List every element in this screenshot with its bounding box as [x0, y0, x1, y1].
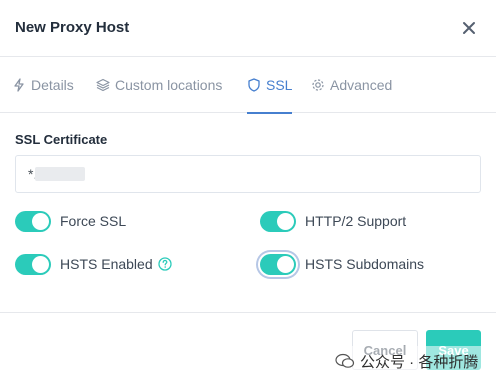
hsts-subdomains-switch[interactable]: [260, 253, 296, 275]
hsts-enabled-switch[interactable]: [15, 253, 51, 275]
hsts-enabled-label: HSTS Enabled: [60, 256, 153, 272]
tab-custom-locations-label: Custom locations: [115, 77, 223, 93]
layers-icon: [96, 78, 110, 92]
tab-ssl[interactable]: SSL: [247, 57, 293, 114]
hsts-enabled-toggle[interactable]: HSTS Enabled: [15, 252, 172, 276]
close-button[interactable]: [458, 17, 480, 39]
tab-bar: Details Custom locations SSL Advanced: [0, 57, 496, 114]
force-ssl-label: Force SSL: [60, 213, 127, 229]
shield-icon: [247, 78, 261, 92]
redacted-certificate-domain: [35, 167, 85, 181]
wechat-icon: [334, 352, 356, 370]
hsts-subdomains-toggle[interactable]: HSTS Subdomains: [260, 252, 424, 276]
force-ssl-switch[interactable]: [15, 210, 51, 232]
tab-advanced-label: Advanced: [330, 77, 393, 93]
tab-ssl-label: SSL: [266, 77, 293, 93]
force-ssl-toggle[interactable]: Force SSL: [15, 209, 126, 233]
tab-details[interactable]: Details: [12, 57, 74, 113]
http2-support-switch[interactable]: [260, 210, 296, 232]
tab-details-label: Details: [31, 77, 74, 93]
help-circle-icon[interactable]: [157, 257, 172, 271]
modal-title: New Proxy Host: [15, 19, 130, 36]
watermark-text: 公众号 · 各种折腾: [360, 353, 479, 371]
gear-icon: [311, 78, 325, 92]
bolt-icon: [12, 78, 26, 92]
watermark: 公众号 · 各种折腾: [330, 346, 496, 376]
modal-header: New Proxy Host: [0, 0, 496, 57]
ssl-certificate-label: SSL Certificate: [15, 132, 108, 147]
hsts-subdomains-label: HSTS Subdomains: [305, 256, 425, 272]
tab-advanced[interactable]: Advanced: [311, 57, 392, 113]
close-icon: [463, 22, 475, 34]
http2-support-toggle[interactable]: HTTP/2 Support: [260, 209, 406, 233]
http2-support-label: HTTP/2 Support: [305, 213, 407, 229]
tab-custom-locations[interactable]: Custom locations: [96, 57, 222, 113]
